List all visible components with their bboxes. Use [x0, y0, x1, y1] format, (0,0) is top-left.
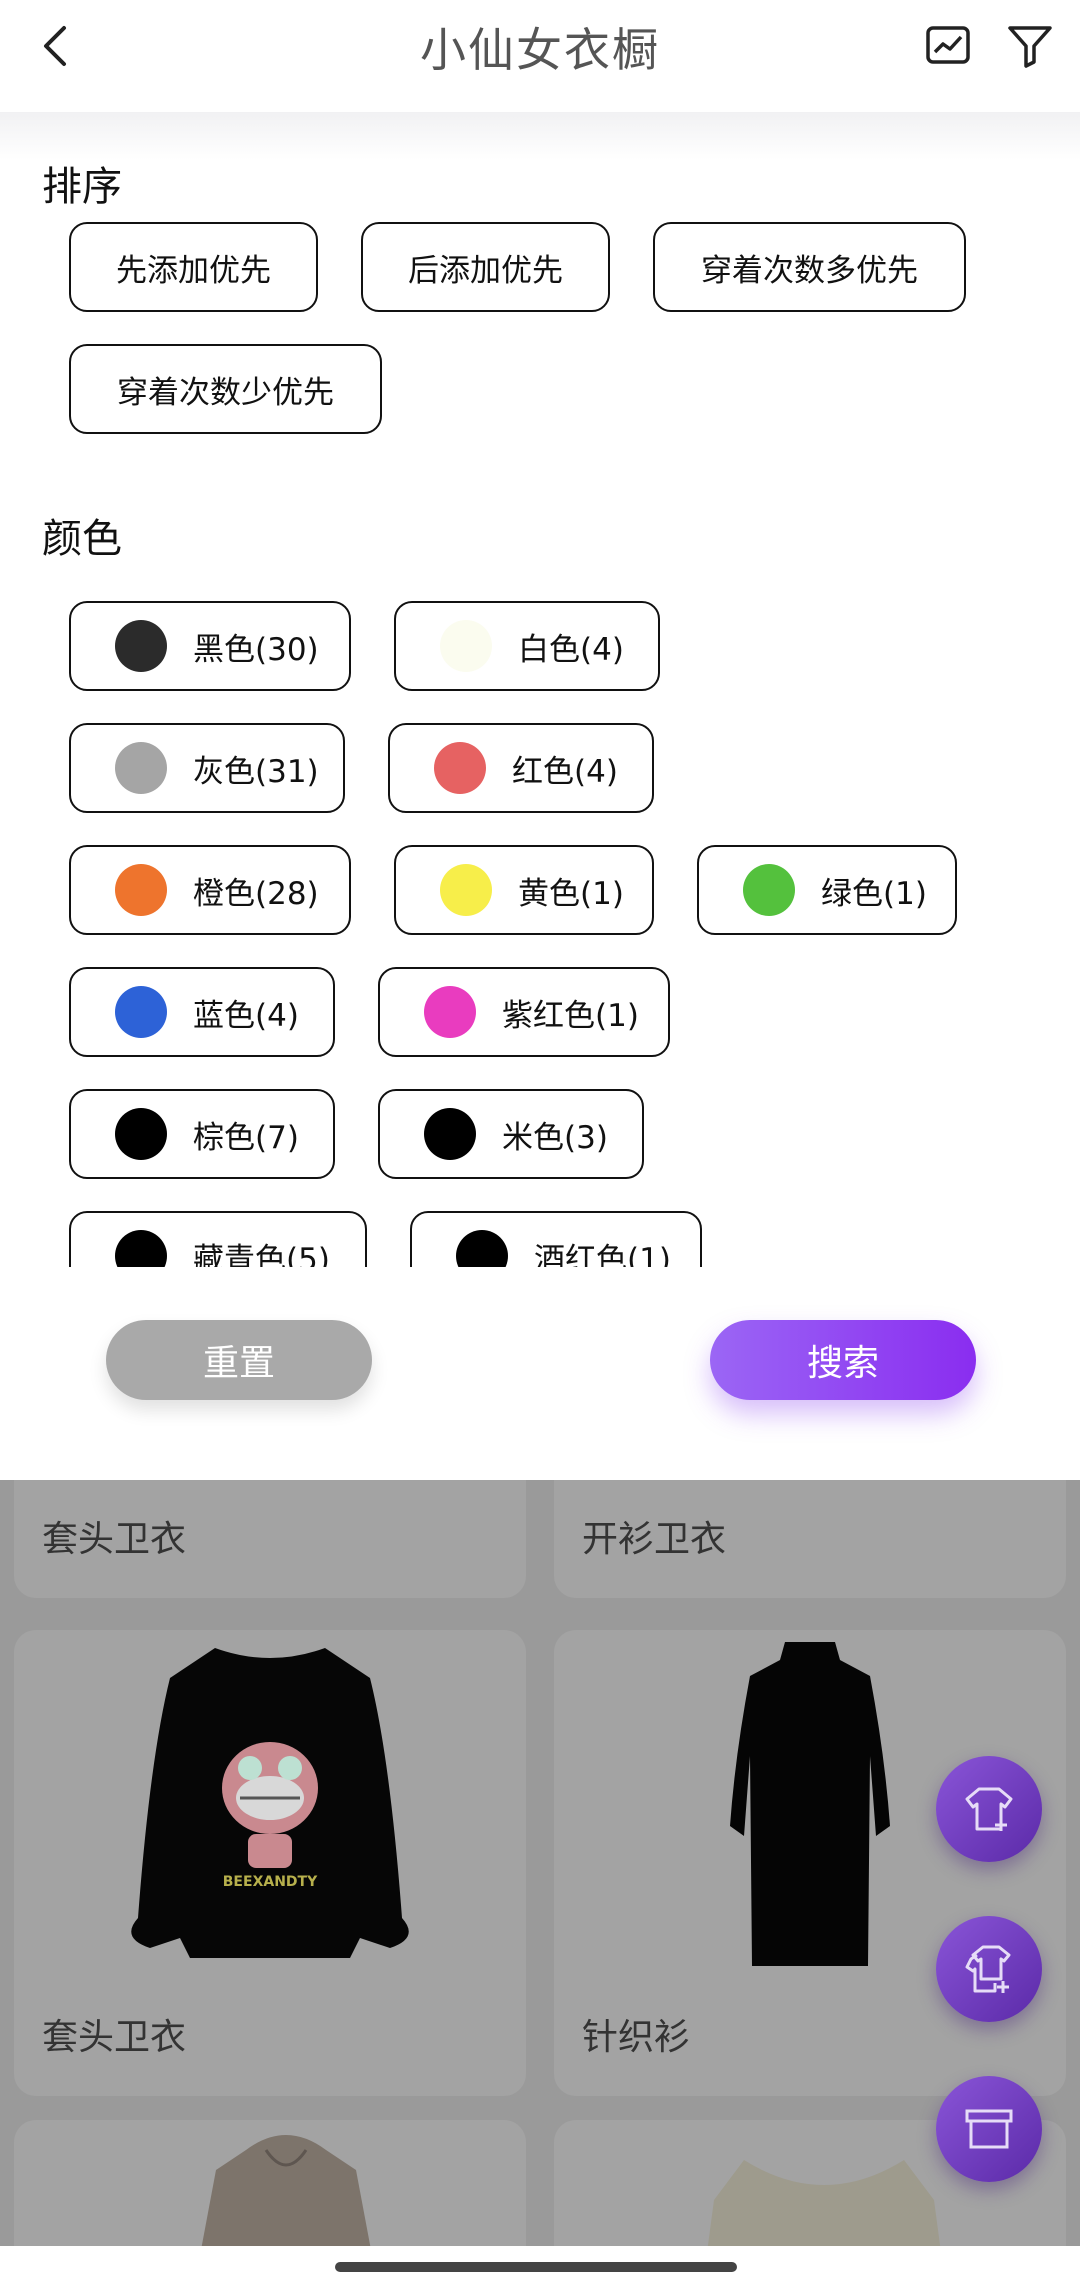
color-option-red[interactable]: 红色(4)	[388, 723, 654, 813]
color-option-beige[interactable]: 米色(3)	[378, 1089, 644, 1179]
color-swatch	[440, 864, 492, 916]
cream-top-image	[706, 2160, 942, 2260]
filter-button[interactable]	[1004, 20, 1056, 72]
color-option-white[interactable]: 白色(4)	[394, 601, 660, 691]
add-outfit-icon	[965, 1945, 1011, 1993]
sort-option-last-added[interactable]: 后添加优先	[361, 222, 610, 312]
filter-panel[interactable]: 排序 先添加优先 后添加优先 穿着次数多优先 穿着次数少优先 颜色 黑色(30)…	[0, 112, 1080, 1267]
search-button[interactable]: 搜索	[710, 1320, 976, 1400]
category-label: 套头卫衣	[42, 1519, 187, 1560]
color-swatch	[424, 1108, 476, 1160]
color-option-wine-red[interactable]: 酒红色(1)	[410, 1211, 702, 1267]
color-swatch	[115, 864, 167, 916]
color-swatch	[115, 1108, 167, 1160]
sort-option-first-added[interactable]: 先添加优先	[69, 222, 318, 312]
clothing-label: 针织衫	[582, 2017, 691, 2058]
archive-icon	[965, 2109, 1013, 2149]
color-option-gray[interactable]: 灰色(31)	[69, 723, 345, 813]
add-clothes-icon	[965, 1787, 1013, 1831]
color-option-green[interactable]: 绿色(1)	[697, 845, 957, 935]
color-swatch	[743, 864, 795, 916]
color-option-label: 米色(3)	[502, 1119, 608, 1156]
page-title: 小仙女衣橱	[420, 23, 660, 77]
color-swatch	[115, 986, 167, 1038]
clothing-label: 套头卫衣	[42, 2017, 187, 2058]
clothing-card[interactable]: 针织衫	[554, 1630, 1066, 2096]
color-swatch	[440, 620, 492, 672]
color-option-label: 藏青色(5)	[193, 1241, 330, 1268]
archive-button[interactable]	[936, 2076, 1042, 2182]
color-option-label: 蓝色(4)	[193, 997, 299, 1034]
stats-button[interactable]	[922, 20, 974, 72]
color-option-label: 黄色(1)	[518, 875, 624, 912]
wardrobe-overlay[interactable]: 套头卫衣 开衫卫衣 BEEXANDTY 套头卫衣 针织衫	[0, 1480, 1080, 2288]
clothing-card[interactable]: BEEXANDTY 套头卫衣	[14, 1630, 526, 2096]
color-option-label: 棕色(7)	[193, 1119, 299, 1156]
color-option-navy[interactable]: 藏青色(5)	[69, 1211, 367, 1267]
color-option-label: 绿色(1)	[821, 875, 927, 912]
home-indicator[interactable]	[335, 2262, 737, 2272]
color-swatch	[424, 986, 476, 1038]
color-option-label: 灰色(31)	[193, 753, 319, 790]
color-option-label: 红色(4)	[512, 753, 618, 790]
color-option-blue[interactable]: 蓝色(4)	[69, 967, 335, 1057]
color-option-magenta[interactable]: 紫红色(1)	[378, 967, 670, 1057]
color-option-brown[interactable]: 棕色(7)	[69, 1089, 335, 1179]
add-clothes-button[interactable]	[936, 1756, 1042, 1862]
category-label: 开衫卫衣	[582, 1519, 727, 1560]
color-option-label: 橙色(28)	[193, 875, 319, 912]
category-card[interactable]: 开衫卫衣	[554, 1480, 1066, 1598]
beige-hoodie-image	[201, 2135, 371, 2250]
color-option-label: 紫红色(1)	[502, 997, 639, 1034]
color-swatch	[115, 742, 167, 794]
sort-option-most-worn[interactable]: 穿着次数多优先	[653, 222, 966, 312]
sweatshirt-print: BEEXANDTY	[223, 1874, 318, 1890]
black-knit-dress-image	[730, 1642, 890, 1966]
black-sweatshirt-image: BEEXANDTY	[131, 1648, 409, 1958]
add-outfit-button[interactable]	[936, 1916, 1042, 2022]
color-swatch	[456, 1230, 508, 1267]
sort-option-least-worn[interactable]: 穿着次数少优先	[69, 344, 382, 434]
color-option-label: 黑色(30)	[193, 631, 319, 668]
color-option-label: 酒红色(1)	[534, 1241, 671, 1268]
top-bar: 小仙女衣橱	[0, 0, 1080, 112]
color-option-orange[interactable]: 橙色(28)	[69, 845, 351, 935]
filter-actions: 重置 搜索	[0, 1267, 1080, 1480]
sort-section-title: 排序	[42, 164, 122, 210]
color-section-title: 颜色	[42, 516, 122, 562]
color-option-label: 白色(4)	[518, 631, 624, 668]
color-swatch	[115, 1230, 167, 1267]
color-swatch	[434, 742, 486, 794]
category-card[interactable]: 套头卫衣	[14, 1480, 526, 1598]
filter-icon	[1008, 26, 1052, 68]
reset-button[interactable]: 重置	[106, 1320, 372, 1400]
color-option-yellow[interactable]: 黄色(1)	[394, 845, 654, 935]
chart-icon	[926, 26, 970, 64]
color-option-black[interactable]: 黑色(30)	[69, 601, 351, 691]
color-swatch	[115, 620, 167, 672]
